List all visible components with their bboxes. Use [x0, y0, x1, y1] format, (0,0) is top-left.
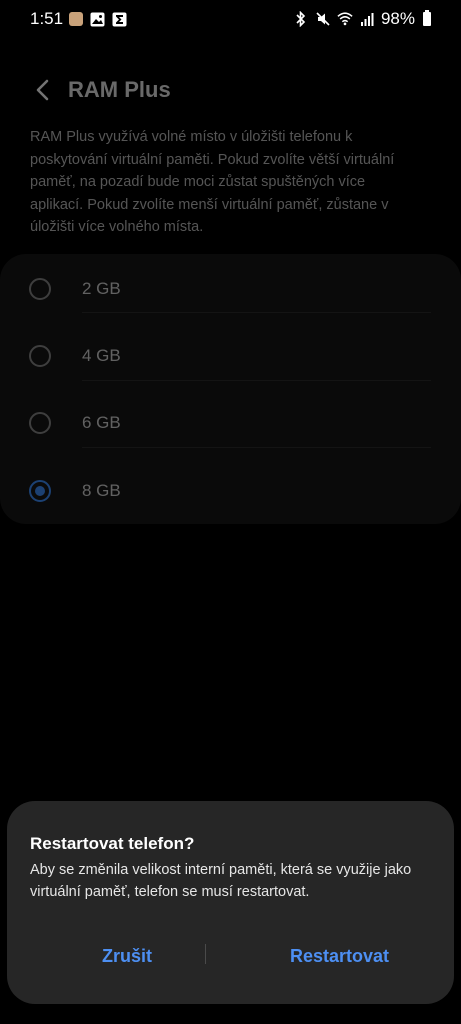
option-8gb[interactable]: 8 GB	[0, 457, 461, 525]
radio-button[interactable]	[29, 345, 51, 367]
divider	[82, 380, 431, 381]
chevron-left-icon	[36, 79, 49, 101]
status-time: 1:51	[30, 9, 64, 28]
divider	[82, 312, 431, 313]
status-bar-right: 98%	[293, 9, 431, 29]
back-button[interactable]	[22, 70, 62, 110]
option-label: 6 GB	[82, 413, 121, 432]
divider	[82, 447, 431, 448]
cat-app-icon	[69, 12, 84, 26]
page-title: RAM Plus	[68, 77, 171, 102]
option-label: 2 GB	[82, 279, 121, 298]
signal-icon	[359, 11, 375, 27]
restart-dialog: Restartovat telefon? Aby se změnila veli…	[7, 801, 454, 1004]
status-bar-left: 1:51	[30, 9, 127, 29]
options-card: 2 GB 4 GB 6 GB 8 GB	[0, 254, 461, 524]
dialog-message: Aby se změnila velikost interní paměti, …	[30, 862, 412, 900]
cancel-button[interactable]: Zrušit	[67, 939, 187, 973]
battery-icon	[423, 10, 431, 26]
screen: 1:51 98% RAM Plus RAM Plus využívá volné…	[0, 0, 461, 1024]
option-label: 4 GB	[82, 346, 121, 365]
option-label: 8 GB	[82, 481, 121, 500]
status-bar: 1:51 98%	[0, 0, 461, 38]
dialog-title: Restartovat telefon?	[30, 834, 195, 853]
radio-button-selected[interactable]	[29, 480, 51, 502]
header: RAM Plus	[0, 70, 461, 110]
restart-button[interactable]: Restartovat	[247, 939, 432, 973]
wifi-icon	[337, 11, 353, 27]
gallery-icon	[89, 11, 105, 27]
battery-percent: 98%	[380, 9, 415, 28]
radio-button[interactable]	[29, 278, 51, 300]
bluetooth-icon	[293, 11, 309, 27]
radio-button[interactable]	[29, 412, 51, 434]
mute-icon	[315, 11, 331, 27]
description-text: RAM Plus využívá volné místo v úložišti …	[30, 129, 395, 235]
sigma-app-icon	[111, 11, 127, 27]
button-divider	[205, 944, 206, 964]
